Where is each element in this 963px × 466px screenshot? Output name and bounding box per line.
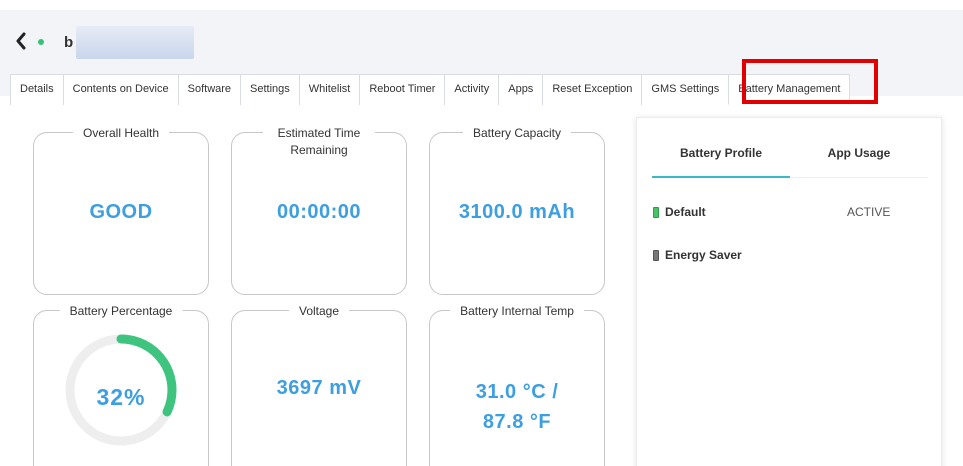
tab-settings[interactable]: Settings [240, 74, 300, 105]
battery-capacity-value: 3100.0 mAh [458, 201, 576, 223]
card-title: Voltage [288, 303, 350, 320]
card-voltage: Voltage 3697 mV [231, 303, 407, 466]
battery-profile-panel: Battery Profile App Usage Default ACTIVE… [636, 117, 942, 466]
device-tabs: Details Contents on Device Software Sett… [10, 74, 851, 105]
tab-software[interactable]: Software [177, 74, 242, 105]
card-title: Battery Internal Temp [450, 303, 584, 320]
overall-health-value: GOOD [89, 201, 153, 223]
voltage-value: 3697 mV [276, 377, 362, 399]
card-title: Battery Capacity [462, 125, 572, 142]
card-overall-health: Overall Health GOOD [33, 125, 209, 295]
tab-reset-exception[interactable]: Reset Exception [542, 74, 643, 105]
status-dot [38, 39, 44, 45]
card-title: Overall Health [72, 125, 170, 142]
tab-gms-settings[interactable]: GMS Settings [641, 74, 730, 105]
tab-battery-profile[interactable]: Battery Profile [652, 118, 790, 176]
redacted-device-name [76, 26, 194, 59]
card-battery-capacity: Battery Capacity 3100.0 mAh [429, 125, 605, 295]
profile-status: ACTIVE [847, 205, 891, 219]
estimated-time-value: 00:00:00 [276, 201, 362, 223]
card-title: Battery Percentage [59, 303, 183, 320]
profile-energy-saver[interactable]: Energy Saver [653, 248, 742, 262]
tab-details[interactable]: Details [10, 74, 64, 105]
card-estimated-time: Estimated Time Remaining 00:00:00 [231, 125, 407, 295]
tab-app-usage[interactable]: App Usage [790, 118, 928, 176]
profile-default[interactable]: Default [653, 205, 706, 219]
temp-celsius: 31.0 °C / [475, 381, 559, 403]
battery-percentage-value: 32% [96, 384, 146, 410]
device-name: b [64, 34, 74, 51]
tab-reboot-timer[interactable]: Reboot Timer [359, 74, 446, 105]
card-internal-temp: Battery Internal Temp 31.0 °C / 87.8 °F [429, 303, 605, 466]
tab-contents-on-device[interactable]: Contents on Device [62, 74, 179, 105]
card-battery-percentage: Battery Percentage 32% [33, 303, 209, 466]
card-title: Estimated Time Remaining [263, 125, 375, 159]
profile-name: Energy Saver [665, 248, 742, 262]
profile-name: Default [665, 205, 706, 219]
temp-fahrenheit: 87.8 °F [482, 411, 552, 433]
battery-gray-icon [653, 249, 659, 261]
tab-activity[interactable]: Activity [444, 74, 500, 105]
chevron-left-icon[interactable] [14, 32, 28, 50]
tab-apps[interactable]: Apps [498, 74, 544, 105]
internal-temp-value: 31.0 °C / 87.8 °F [430, 377, 604, 437]
active-tab-underline [652, 176, 790, 178]
battery-green-icon [653, 206, 659, 218]
tab-whitelist[interactable]: Whitelist [298, 74, 361, 105]
highlight-box [742, 59, 878, 104]
